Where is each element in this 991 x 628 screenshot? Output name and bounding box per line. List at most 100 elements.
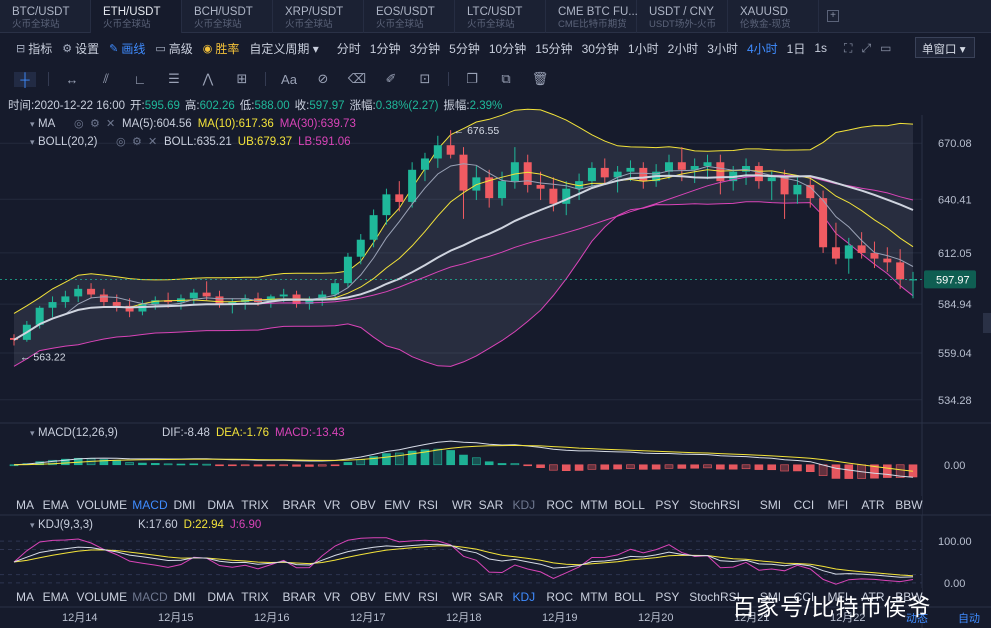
second-period[interactable]: 1s [814, 41, 827, 55]
indicator-tab[interactable]: TRIX [241, 590, 268, 604]
period-option[interactable]: 2小时 [668, 40, 699, 57]
indicator-tab[interactable]: EMA [43, 498, 69, 512]
indicator-tab[interactable]: DMI [174, 498, 196, 512]
indicator-tab[interactable]: MTM [580, 498, 607, 512]
pen-tool-icon[interactable]: ✐ [380, 71, 402, 87]
custom-period-dropdown[interactable]: 自定义周期 ▾ [249, 40, 318, 57]
candlestick-chart[interactable]: 时间:2020-12-22 16:00 开:595.69 高:602.26 低:588… [0, 95, 991, 628]
fullscreen-icon[interactable]: ⛶ [844, 41, 852, 56]
symbol-tab[interactable]: XAUUSD 伦敦金-现货 [728, 0, 819, 33]
indicator-tab[interactable]: OBV [350, 498, 375, 512]
toolbar-button[interactable]: ✎ 画线 [109, 40, 145, 57]
symbol-tab[interactable]: XRP/USDT 火币全球站 [273, 0, 364, 33]
close-icon[interactable]: ✕ [148, 136, 157, 148]
magnet-tool-icon[interactable]: ⊘ [312, 71, 334, 87]
lock-tool-icon[interactable]: ⊡ [414, 71, 436, 87]
toolbar-button[interactable]: ⊟ 指标 [16, 40, 52, 57]
toolbar-button[interactable]: ⚙ 设置 [62, 40, 99, 57]
toolbar-button[interactable]: ◉ 胜率 [203, 40, 240, 57]
indicator-tab[interactable]: DMI [174, 590, 196, 604]
indicator-tab[interactable]: EMV [384, 590, 410, 604]
window-mode-select[interactable]: 单窗口 ▾ [915, 37, 975, 58]
indicator-tab[interactable]: VR [324, 498, 341, 512]
indicator-tab[interactable]: RSI [418, 498, 438, 512]
collapse-icon[interactable]: ▾ [30, 137, 35, 147]
indicator-tab[interactable]: OBV [350, 590, 375, 604]
symbol-tab[interactable]: LTC/USDT 火币全球站 [455, 0, 546, 33]
indicator-tab[interactable]: PSY [655, 590, 679, 604]
period-option[interactable]: 5分钟 [449, 40, 480, 57]
indicator-tab[interactable]: KDJ [513, 590, 536, 604]
eye-icon[interactable]: ◎ [74, 118, 84, 130]
indicator-tab[interactable]: SMI [760, 498, 781, 512]
copy-tool-icon[interactable]: ❐ [461, 71, 483, 87]
period-option[interactable]: 30分钟 [582, 40, 619, 57]
channel-tool-icon[interactable]: ⫽ [95, 71, 117, 87]
trash-tool-icon[interactable]: 🗑 [529, 71, 551, 87]
period-option[interactable]: 4小时 [747, 40, 778, 57]
indicator-tab[interactable]: PSY [655, 498, 679, 512]
symbol-tab[interactable]: BTC/USDT 火币全球站 [0, 0, 91, 33]
indicator-tab[interactable]: BOLL [614, 498, 645, 512]
indicator-tab[interactable]: EMA [43, 590, 69, 604]
period-option[interactable]: 3分钟 [409, 40, 440, 57]
wave-tool-icon[interactable]: ⋀ [197, 71, 219, 87]
expand-icon[interactable]: ⤢ [861, 41, 871, 56]
layout-icon[interactable]: ▭ [880, 41, 891, 56]
indicator-tab[interactable]: MA [16, 498, 34, 512]
period-option[interactable]: 1小时 [628, 40, 659, 57]
collapse-icon[interactable]: ▾ [30, 428, 35, 438]
indicator-tab[interactable]: BBW [895, 498, 923, 512]
indicator-tab[interactable]: BRAR [283, 590, 317, 604]
indicator-tab[interactable]: VOLUME [77, 590, 128, 604]
duplicate-tool-icon[interactable]: ⧉ [495, 71, 517, 87]
symbol-tab[interactable]: ETH/USDT 火币全球站 [91, 0, 182, 33]
eye-icon[interactable]: ◎ [116, 136, 126, 148]
horizontal-line-tool-icon[interactable]: ↔ [61, 72, 83, 87]
indicator-tab[interactable]: ROC [546, 590, 573, 604]
panel-collapse-handle[interactable] [983, 313, 991, 333]
indicator-tab[interactable]: MACD [132, 590, 168, 604]
collapse-icon[interactable]: ▾ [30, 119, 35, 129]
symbol-tab[interactable]: BCH/USDT 火币全球站 [182, 0, 273, 33]
indicator-tab[interactable]: DMA [207, 590, 234, 604]
indicator-tab[interactable]: CCI [794, 498, 815, 512]
fib-tool-icon[interactable]: ☰ [163, 71, 185, 87]
period-option[interactable]: 10分钟 [489, 40, 526, 57]
indicator-tab[interactable]: BOLL [614, 590, 645, 604]
indicator-tab[interactable]: StochRSI [689, 498, 740, 512]
indicator-tab[interactable]: EMV [384, 498, 410, 512]
text-tool-icon[interactable]: Aa [278, 72, 300, 87]
period-option[interactable]: 1分钟 [370, 40, 401, 57]
symbol-tab[interactable]: CME BTC FU... CME比特币期货 [546, 0, 638, 33]
period-option[interactable]: 3小时 [707, 40, 738, 57]
toolbar-button[interactable]: ▭ 高级 [155, 40, 192, 57]
add-tab-icon[interactable]: + [827, 10, 839, 22]
indicator-tab[interactable]: TRIX [241, 498, 268, 512]
collapse-icon[interactable]: ▾ [30, 520, 35, 530]
close-icon[interactable]: ✕ [106, 118, 115, 130]
indicator-tab[interactable]: VOLUME [77, 498, 128, 512]
indicator-tab[interactable]: SAR [479, 590, 504, 604]
indicator-tab[interactable]: MA [16, 590, 34, 604]
indicator-tab[interactable]: SAR [479, 498, 504, 512]
angle-tool-icon[interactable]: ∟ [129, 72, 151, 87]
indicator-tab[interactable]: ROC [546, 498, 573, 512]
symbol-tab[interactable]: USDT / CNY USDT场外-火币 [637, 0, 728, 33]
settings-icon[interactable]: ⚙ [90, 118, 100, 130]
indicator-tab[interactable]: MFI [828, 498, 849, 512]
indicator-tab[interactable]: RSI [418, 590, 438, 604]
period-option[interactable]: 1日 [787, 40, 806, 57]
indicator-tab[interactable]: VR [324, 590, 341, 604]
eraser-tool-icon[interactable]: ⌫ [346, 71, 368, 87]
indicator-tab[interactable]: WR [452, 498, 472, 512]
indicator-tab[interactable]: BRAR [283, 498, 317, 512]
settings-icon[interactable]: ⚙ [132, 136, 142, 148]
symbol-tab[interactable]: EOS/USDT 火币全球站 [364, 0, 455, 33]
indicator-tab[interactable]: MTM [580, 590, 607, 604]
indicator-tab[interactable]: WR [452, 590, 472, 604]
indicator-tab[interactable]: KDJ [513, 498, 536, 512]
crosshair-tool-icon[interactable]: ┼ [14, 71, 36, 87]
indicator-tab[interactable]: DMA [207, 498, 234, 512]
period-option[interactable]: 分时 [337, 40, 361, 57]
